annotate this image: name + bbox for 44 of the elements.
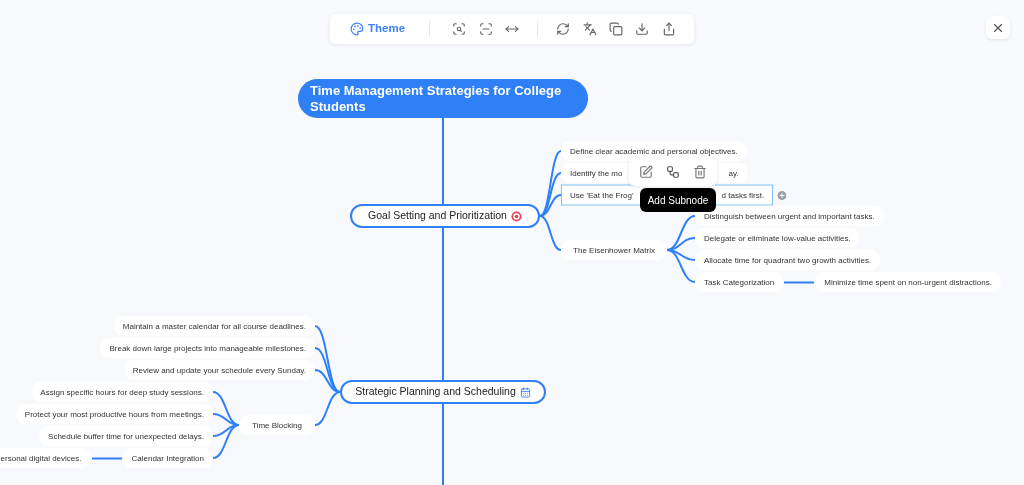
add-subnode-icon[interactable]	[666, 165, 680, 179]
node-label: d tasks first.	[721, 189, 765, 201]
download-icon	[635, 22, 650, 36]
mindmap-node[interactable]: ersonal digital devices.	[0, 447, 91, 469]
target-icon	[510, 210, 522, 222]
mindmap-node[interactable]: Assign specific hours for deep study sessions.	[31, 381, 213, 403]
edit-icon[interactable]	[639, 165, 654, 179]
add-icon[interactable]	[776, 189, 789, 201]
node-label: Use 'Eat the Frog'	[570, 189, 634, 201]
node-label: Identify the mo	[570, 167, 623, 179]
mindmap-node[interactable]: Distinguish between urgent and important tasks.	[695, 205, 884, 227]
connector-line	[784, 281, 815, 283]
mindmap-node[interactable]: Delegate or eliminate low-value activities.	[695, 227, 860, 249]
zoom-in-icon	[452, 22, 467, 36]
connector-line	[91, 457, 122, 459]
tooltip: Add Subnode	[640, 188, 716, 212]
mindmap-node[interactable]: Allocate time for quadrant two growth activities.	[695, 249, 881, 271]
mindmap-node[interactable]: Task Categorization	[695, 271, 784, 293]
calendar-icon	[519, 386, 531, 398]
mindmap-node[interactable]: Minimize time spent on non-urgent distractions.	[815, 271, 1001, 293]
mindmap-node[interactable]: Time Blocking	[239, 414, 315, 436]
branch-node[interactable]: Strategic Planning and Scheduling	[340, 380, 546, 404]
mindmap-node[interactable]: The Eisenhower Matrix	[561, 239, 667, 261]
mindmap-node[interactable]: Maintain a master calendar for all course deadlines.	[113, 315, 315, 337]
mindmap-node[interactable]: Break down large projects into manageable milestones.	[100, 337, 315, 359]
mindmap-node[interactable]: Define clear academic and personal objectives.	[561, 140, 747, 162]
copy-icon	[609, 22, 624, 36]
theme-button[interactable]: Theme	[342, 20, 414, 38]
node-label: ay.	[728, 167, 739, 179]
translate-icon	[582, 22, 597, 36]
delete-icon[interactable]	[692, 165, 707, 179]
refresh-icon	[556, 22, 571, 36]
mindmap-node[interactable]: Review and update your schedule every Sunday.	[123, 359, 315, 381]
share-icon	[661, 22, 676, 36]
mindmap-node[interactable]: Calendar Integration	[122, 447, 213, 469]
mindmap-node[interactable]: Protect your most productive hours from meetings.	[15, 403, 213, 425]
branch-node[interactable]: Goal Setting and Prioritization	[350, 204, 540, 228]
close-button[interactable]	[986, 16, 1010, 39]
mindmap-node[interactable]: Schedule buffer time for unexpected delays.	[39, 425, 213, 447]
palette-icon	[350, 22, 364, 36]
zoom-out-icon	[478, 22, 493, 36]
node-label: Goal Setting and Prioritization	[368, 208, 507, 224]
node-label: Strategic Planning and Scheduling	[355, 384, 516, 400]
root-node[interactable]: Time Management Strategies for College Students	[298, 79, 588, 118]
